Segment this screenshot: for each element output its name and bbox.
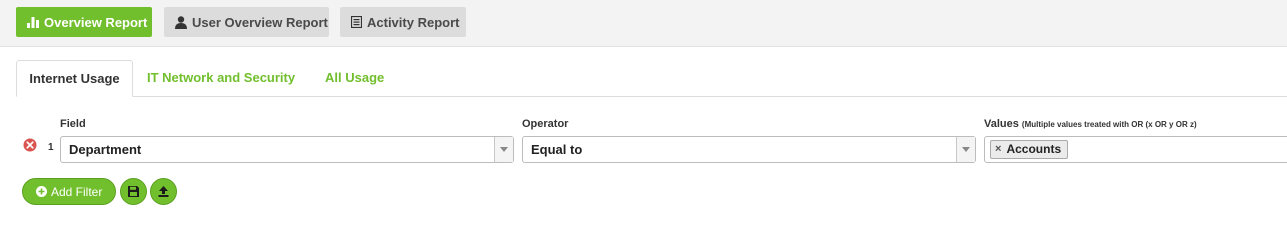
add-filter-label: Add Filter xyxy=(51,184,103,199)
chevron-down-icon[interactable] xyxy=(494,137,513,162)
bar-chart-icon xyxy=(27,16,39,28)
user-overview-report-button[interactable]: User Overview Report xyxy=(164,7,329,37)
upload-icon xyxy=(158,186,169,197)
list-icon xyxy=(351,16,362,28)
value-chip-label: Accounts xyxy=(1006,142,1062,156)
overview-report-label: Overview Report xyxy=(44,14,148,30)
operator-label: Operator xyxy=(522,118,569,130)
value-chip: × Accounts xyxy=(990,140,1069,159)
save-icon xyxy=(128,186,139,197)
field-label: Field xyxy=(60,118,86,130)
activity-report-label: Activity Report xyxy=(367,14,460,30)
plus-circle-icon xyxy=(36,186,47,197)
chevron-down-icon[interactable] xyxy=(956,137,975,162)
report-toolbar: Overview Report User Overview Report Act… xyxy=(0,0,1287,47)
tab-it-network-and-security[interactable]: IT Network and Security xyxy=(147,60,295,96)
tab-all-usage[interactable]: All Usage xyxy=(325,60,384,96)
activity-report-button[interactable]: Activity Report xyxy=(340,7,466,37)
chip-remove-icon[interactable]: × xyxy=(995,141,1001,158)
field-select[interactable]: Department xyxy=(60,136,514,163)
field-select-value: Department xyxy=(69,142,142,157)
operator-select[interactable]: Equal to xyxy=(522,136,976,163)
tab-bar: Internet Usage IT Network and Security A… xyxy=(16,60,1287,97)
values-hint: (Multiple values treated with OR (x OR y… xyxy=(1021,120,1197,129)
tab-internet-usage[interactable]: Internet Usage xyxy=(16,60,133,97)
upload-button[interactable] xyxy=(150,178,177,205)
values-input[interactable]: × Accounts xyxy=(984,136,1287,163)
filter-row-number: 1 xyxy=(48,142,54,153)
overview-report-button[interactable]: Overview Report xyxy=(16,7,152,37)
remove-circle-icon[interactable] xyxy=(23,138,37,152)
user-icon xyxy=(175,15,187,29)
values-label-text: Values xyxy=(984,118,1019,130)
save-button[interactable] xyxy=(120,178,147,205)
add-filter-button[interactable]: Add Filter xyxy=(22,178,116,205)
operator-select-value: Equal to xyxy=(531,142,583,157)
values-label: Values (Multiple values treated with OR … xyxy=(984,118,1197,130)
user-overview-report-label: User Overview Report xyxy=(192,14,328,30)
